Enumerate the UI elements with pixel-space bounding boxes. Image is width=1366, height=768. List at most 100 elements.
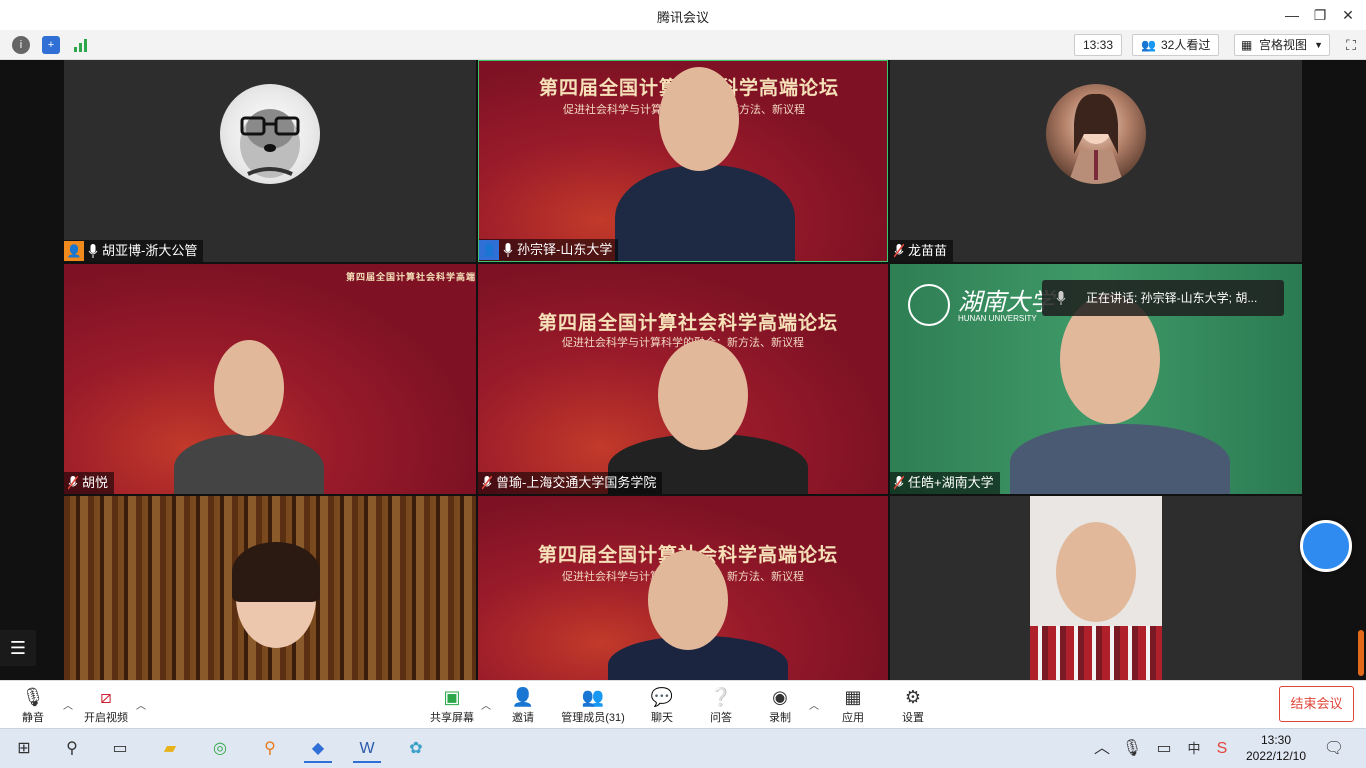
microphone-icon[interactable]: 🎙 bbox=[1118, 735, 1146, 763]
record-button[interactable]: ◉ 录制 bbox=[750, 685, 810, 725]
signal-icon[interactable] bbox=[72, 36, 90, 54]
system-clock[interactable]: 13:30 2022/12/10 bbox=[1236, 732, 1316, 764]
participant-name: 胡悦 bbox=[82, 475, 109, 490]
participant-name: 胡亚博-浙大公管 bbox=[102, 243, 198, 258]
video-tile[interactable] bbox=[890, 496, 1302, 680]
microphone-muted-icon bbox=[894, 476, 904, 490]
mute-label: 静音 bbox=[22, 712, 44, 724]
shield-icon[interactable]: + bbox=[42, 36, 60, 54]
viewers-label: 32人看过 bbox=[1161, 38, 1211, 52]
participant-label: 胡悦 bbox=[64, 472, 115, 494]
video-tile[interactable]: 第四届全国计算社会科学高端论坛 促进社会科学与计算科学的融合：新方法、新议程 👤… bbox=[478, 60, 888, 262]
video-button[interactable]: ⧄ 开启视频 bbox=[76, 685, 136, 725]
scrollbar[interactable] bbox=[1358, 630, 1364, 676]
settings-button[interactable]: ⚙ 设置 bbox=[883, 685, 943, 725]
participant-label: 👤 孙宗铎-山东大学 bbox=[479, 239, 619, 261]
members-label: 管理成员(31) bbox=[561, 712, 625, 724]
video-tile[interactable]: 👤 胡亚博-浙大公管 bbox=[64, 60, 476, 262]
clock-time: 13:30 bbox=[1260, 733, 1292, 747]
record-label: 录制 bbox=[769, 712, 791, 724]
microphone-icon: 🎙 bbox=[21, 687, 45, 707]
microphone-muted-icon bbox=[894, 244, 904, 258]
participant-name: 任皓+湖南大学 bbox=[908, 475, 994, 490]
windows-taskbar: ⊞ ⚲ ▭ ▰ ◎ ⚲ ◆ W ✿ ︿ 🎙 ▭ 中 S 13:30 2022/1… bbox=[0, 728, 1366, 768]
meeting-time: 13:33 bbox=[1074, 34, 1123, 56]
minimize-icon[interactable]: — bbox=[1282, 5, 1302, 25]
person-head bbox=[659, 67, 739, 171]
window-title: 腾讯会议 bbox=[656, 10, 709, 25]
video-off-icon: ⧄ bbox=[100, 687, 112, 707]
word-icon[interactable]: W bbox=[353, 735, 381, 763]
person-head bbox=[648, 550, 728, 650]
university-logo-text: 湖南大学 bbox=[958, 288, 1054, 316]
task-view-icon[interactable]: ▭ bbox=[106, 735, 134, 763]
video-grid: 👤 胡亚博-浙大公管 第四届全国计算社会科学高端论坛 促进社会科学与计算科学的融… bbox=[64, 60, 1302, 680]
user-icon: 👤 bbox=[64, 241, 84, 261]
invite-button[interactable]: 👤 邀请 bbox=[493, 685, 553, 725]
video-tile[interactable] bbox=[64, 496, 476, 680]
chevron-up-icon[interactable]: ︿ bbox=[136, 697, 146, 712]
view-mode-label: 宫格视图 bbox=[1259, 38, 1308, 52]
sogou-icon[interactable]: S bbox=[1208, 735, 1236, 763]
viewers-button[interactable]: 👥 32人看过 bbox=[1132, 34, 1220, 56]
participant-label: 任皓+湖南大学 bbox=[890, 472, 1000, 494]
grid-icon: ▦ bbox=[1241, 38, 1253, 52]
settings-label: 设置 bbox=[902, 712, 924, 724]
video-stage: 👤 胡亚博-浙大公管 第四届全国计算社会科学高端论坛 促进社会科学与计算科学的融… bbox=[0, 60, 1366, 680]
microphone-icon bbox=[88, 244, 98, 258]
members-button[interactable]: 👥 管理成员(31) bbox=[556, 685, 630, 725]
info-icon[interactable]: i bbox=[12, 36, 30, 54]
windows-start-icon[interactable]: ⊞ bbox=[10, 735, 38, 763]
close-icon[interactable]: ✕ bbox=[1338, 5, 1358, 25]
video-tile[interactable]: 第四届全国计算社会科学高端论坛 胡悦 bbox=[64, 264, 476, 494]
meeting-controls: 🎙 静音 ︿ ⧄ 开启视频 ︿ ▣ 共享屏幕 ︿ 👤 邀请 👥 管理成员(31)… bbox=[0, 680, 1366, 728]
university-seal-icon bbox=[908, 284, 950, 326]
apps-button[interactable]: ▦ 应用 bbox=[823, 685, 883, 725]
speaking-indicator: 正在讲话: 孙宗铎-山东大学; 胡... bbox=[1042, 280, 1284, 316]
floating-assistant-button[interactable] bbox=[1300, 520, 1352, 572]
restore-icon[interactable]: ❐ bbox=[1310, 5, 1330, 25]
record-icon: ◉ bbox=[772, 687, 788, 707]
person-head bbox=[214, 340, 284, 436]
video-tile[interactable]: 第四届全国计算社会科学高端论坛 促进社会科学与计算科学的融合：新方法、新议程 bbox=[478, 496, 888, 680]
chevron-up-icon[interactable]: ︿ bbox=[809, 697, 819, 712]
end-meeting-button[interactable]: 结束会议 bbox=[1279, 686, 1354, 722]
university-logo-en: HUNAN UNIVERSITY bbox=[958, 314, 1037, 323]
chevron-up-icon[interactable]: ︿ bbox=[1088, 735, 1116, 763]
video-tile[interactable]: 龙苗苗 bbox=[890, 60, 1302, 262]
video-tile[interactable]: 第四届全国计算社会科学高端论坛 促进社会科学与计算科学的融合：新方法、新议程 曾… bbox=[478, 264, 888, 494]
mute-button[interactable]: 🎙 静音 bbox=[3, 685, 63, 725]
person-figure bbox=[174, 434, 324, 494]
app-icon[interactable]: ✿ bbox=[402, 735, 430, 763]
search-icon[interactable]: ⚲ bbox=[58, 735, 86, 763]
browser-icon[interactable]: ◎ bbox=[206, 735, 234, 763]
share-screen-button[interactable]: ▣ 共享屏幕 bbox=[422, 685, 482, 725]
banner-title: 第四届全国计算社会科学高端论坛 bbox=[538, 313, 839, 334]
tencent-meeting-icon[interactable]: ◆ bbox=[304, 735, 332, 763]
share-screen-icon: ▣ bbox=[443, 687, 461, 707]
meeting-toolbar: i + 13:33 👥 32人看过 ▦ 宫格视图 ▼ ⛶ bbox=[0, 30, 1366, 60]
share-label: 共享屏幕 bbox=[430, 712, 474, 724]
person-hair bbox=[232, 542, 320, 602]
microphone-icon bbox=[1056, 291, 1066, 305]
qa-button[interactable]: ❔ 问答 bbox=[691, 685, 751, 725]
participant-name: 孙宗铎-山东大学 bbox=[517, 242, 613, 257]
fullscreen-icon[interactable]: ⛶ bbox=[1342, 36, 1360, 54]
list-menu-icon[interactable]: ☰ bbox=[0, 630, 36, 666]
ime-indicator[interactable]: 中 bbox=[1180, 735, 1208, 763]
video-feed bbox=[1030, 496, 1162, 680]
microphone-muted-icon bbox=[68, 476, 78, 490]
view-mode-button[interactable]: ▦ 宫格视图 ▼ bbox=[1234, 34, 1330, 56]
banner-title: 第四届全国计算社会科学高端论坛 bbox=[346, 272, 476, 282]
chat-button[interactable]: 💬 聊天 bbox=[632, 685, 692, 725]
file-explorer-icon[interactable]: ▰ bbox=[156, 735, 184, 763]
chevron-up-icon[interactable]: ︿ bbox=[63, 697, 73, 712]
chevron-up-icon[interactable]: ︿ bbox=[481, 697, 491, 712]
participant-label: 👤 胡亚博-浙大公管 bbox=[64, 240, 204, 262]
person-figure bbox=[615, 165, 795, 261]
notification-icon[interactable]: 🗨 bbox=[1320, 735, 1348, 763]
network-icon[interactable]: ▭ bbox=[1150, 735, 1178, 763]
search-app-icon[interactable]: ⚲ bbox=[256, 735, 284, 763]
person-shirt bbox=[1030, 626, 1162, 680]
chat-label: 聊天 bbox=[651, 712, 673, 724]
